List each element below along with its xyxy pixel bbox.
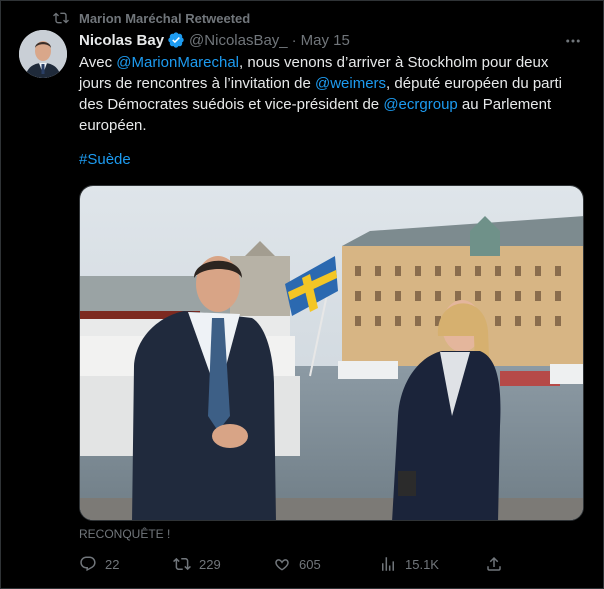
author-name[interactable]: Nicolas Bay: [79, 32, 164, 49]
retweet-icon: [53, 12, 69, 24]
retweet-label: Marion Maréchal Retweeted: [79, 10, 251, 26]
media-caption: RECONQUÊTE !: [79, 527, 171, 541]
tweet-header: Nicolas Bay @NicolasBay_ · May 15: [79, 31, 350, 49]
author-handle[interactable]: @NicolasBay_: [189, 32, 288, 49]
reply-count: 22: [105, 556, 120, 572]
separator-dot: ·: [291, 31, 297, 49]
tweet-text-segment: Avec: [79, 54, 117, 71]
tweet-photo[interactable]: [79, 185, 584, 521]
reply-icon: [80, 556, 96, 572]
share-button[interactable]: [485, 553, 511, 575]
retweet-icon: [173, 557, 191, 571]
like-button[interactable]: 605: [273, 553, 321, 575]
reply-button[interactable]: 22: [79, 553, 119, 575]
heart-icon: [275, 559, 289, 571]
tweet-date[interactable]: May 15: [301, 32, 350, 49]
like-count: 605: [299, 556, 321, 572]
tweet-actions: 22 229 605 15.1K: [79, 553, 509, 575]
share-icon: [487, 556, 501, 571]
views-button[interactable]: 15.1K: [379, 553, 439, 575]
retweet-indicator[interactable]: Marion Maréchal Retweeted: [53, 9, 250, 27]
more-options-button[interactable]: [561, 31, 585, 51]
retweet-button[interactable]: 229: [173, 553, 221, 575]
mention-link[interactable]: @MarionMarechal: [116, 54, 239, 71]
verified-badge-icon: [168, 32, 184, 48]
view-count: 15.1K: [405, 556, 439, 572]
tweet-card[interactable]: Marion Maréchal Retweeted Nicolas Bay @N…: [0, 0, 604, 589]
avatar[interactable]: [19, 30, 67, 78]
analytics-icon: [382, 557, 394, 571]
mention-link[interactable]: @weimers: [315, 75, 386, 92]
retweet-count: 229: [199, 556, 221, 572]
hashtag-link[interactable]: #Suède: [79, 151, 131, 168]
mention-link[interactable]: @ecrgroup: [383, 96, 457, 113]
more-icon: [566, 39, 580, 43]
tweet-text: Avec @MarionMarechal, nous venons d’arri…: [79, 52, 584, 136]
